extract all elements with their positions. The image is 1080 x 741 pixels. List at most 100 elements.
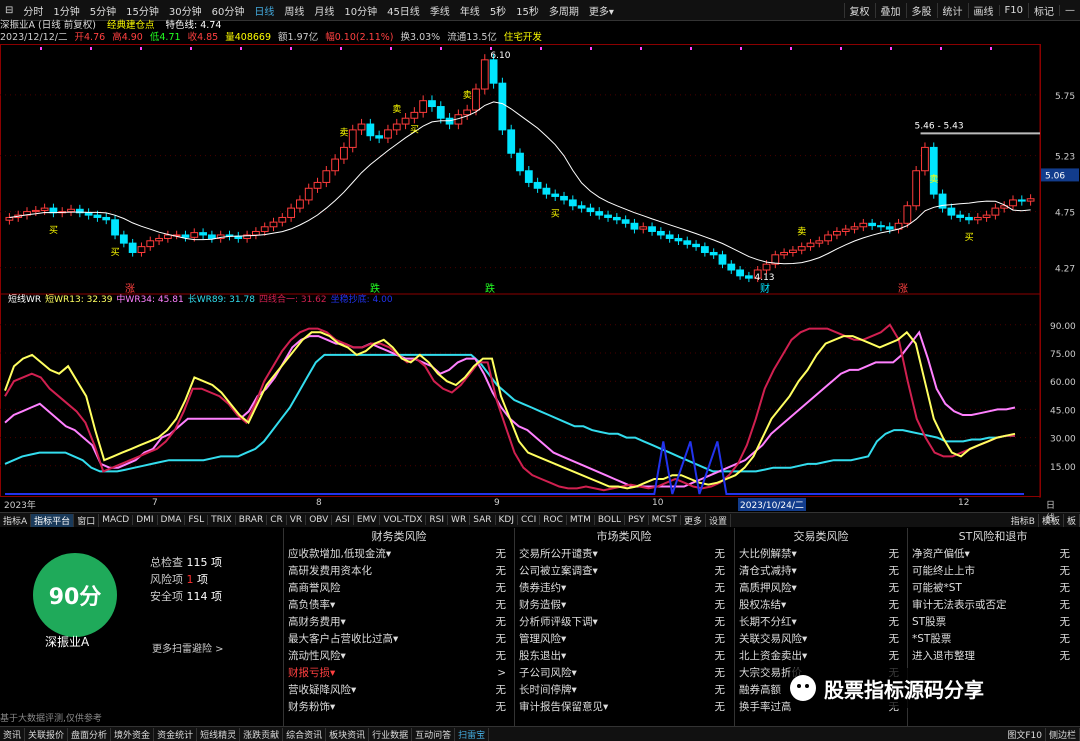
period-tab[interactable]: 季线 [425, 3, 455, 18]
indicator-tab[interactable]: RSI [426, 515, 449, 525]
bottom-tab[interactable]: 资金统计 [154, 727, 198, 741]
period-tab[interactable]: 5分钟 [85, 3, 121, 18]
risk-item[interactable]: 审计报告保留意见▾ 无 [515, 699, 733, 716]
period-tab[interactable]: 月线 [309, 3, 339, 18]
risk-item[interactable]: 股权冻结▾ 无 [735, 597, 907, 614]
risk-item[interactable]: 子公司风险▾ 无 [515, 665, 733, 682]
indicator-tab[interactable]: OBV [306, 515, 333, 525]
period-tab[interactable]: 1分钟 [48, 3, 84, 18]
bottom-right-tab[interactable]: 图文F10 [1004, 727, 1046, 741]
bottom-right-tab[interactable]: 侧边栏 [1046, 727, 1080, 741]
indicator-tab[interactable]: 更多 [681, 513, 706, 527]
period-tab[interactable]: 周线 [279, 3, 309, 18]
risk-item[interactable]: 流动性风险▾ 无 [284, 648, 514, 665]
risk-item[interactable]: 高商誉风险 无 [284, 580, 514, 597]
period-tab[interactable]: 日线 [249, 3, 279, 18]
risk-item[interactable]: 长期不分红▾ 无 [735, 614, 907, 631]
more-scan-link[interactable]: 更多扫雷避险 > [152, 640, 224, 655]
indicator-tab[interactable]: 设置 [706, 513, 731, 527]
bottom-tab[interactable]: 扫雷宝 [455, 727, 490, 741]
risk-item[interactable]: ST股票 无 [908, 614, 1078, 631]
tool-tab[interactable]: 统计 [936, 2, 968, 18]
bottom-tab[interactable]: 短线精灵 [197, 727, 241, 741]
period-tab[interactable]: 45日线 [382, 3, 425, 18]
indicator-tab[interactable]: BOLL [595, 515, 626, 525]
indicator-right-tab[interactable]: 指标B [1008, 513, 1039, 527]
risk-item[interactable]: 进入退市整理 无 [908, 648, 1078, 665]
risk-item[interactable]: 财报亏损▾ > [284, 665, 514, 682]
risk-item[interactable]: 高财务费用▾ 无 [284, 614, 514, 631]
risk-item[interactable]: 可能被*ST 无 [908, 580, 1078, 597]
bottom-tab[interactable]: 板块资讯 [326, 727, 370, 741]
period-tab[interactable]: 多周期 [544, 3, 584, 18]
risk-item[interactable]: 最大客户占营收比过高▾ 无 [284, 631, 514, 648]
collapse-icon[interactable]: ⊟ [0, 5, 18, 16]
tool-tab[interactable]: 叠加 [874, 2, 906, 18]
indicator-right-tab[interactable]: 板 [1064, 513, 1080, 527]
indicator-tab[interactable]: BRAR [236, 515, 268, 525]
bottom-tab[interactable]: 互动问答 [412, 727, 456, 741]
risk-item[interactable]: 分析师评级下调▾ 无 [515, 614, 733, 631]
indicator-tab[interactable]: ASI [332, 515, 354, 525]
risk-item[interactable]: 高研发费用资本化 无 [284, 563, 514, 580]
bottom-tab[interactable]: 综合资讯 [283, 727, 327, 741]
risk-item[interactable]: 长时间停牌▾ 无 [515, 682, 733, 699]
tool-tab[interactable]: 标记 [1028, 2, 1059, 18]
indicator-tab[interactable]: EMV [354, 515, 381, 525]
tool-tab[interactable]: F10 [998, 4, 1028, 16]
risk-item[interactable]: 审计无法表示或否定 无 [908, 597, 1078, 614]
period-tab[interactable]: 30分钟 [164, 3, 207, 18]
bottom-tab[interactable]: 涨跌贡献 [240, 727, 284, 741]
chart-area[interactable]: 5.75 5.23 4.75 4.27 6.10 4.13 5.46 - 5.43 5.06 买… [0, 44, 1080, 498]
indicator-tab[interactable]: CR [267, 515, 287, 525]
risk-item[interactable]: 净资产偏低▾ 无 [908, 546, 1078, 563]
bottom-tab[interactable]: 行业数据 [369, 727, 413, 741]
risk-item[interactable]: 财务造假▾ 无 [515, 597, 733, 614]
period-tab[interactable]: 5秒 [485, 3, 511, 18]
bottom-tab[interactable]: 盘面分析 [68, 727, 112, 741]
indicator-tab[interactable]: 窗口 [74, 513, 100, 527]
bottom-tab[interactable]: 关联报价 [25, 727, 69, 741]
risk-item[interactable]: 债券违约▾ 无 [515, 580, 733, 597]
indicator-tab[interactable]: MTM [567, 515, 595, 525]
indicator-tab[interactable]: SAR [470, 515, 496, 525]
indicator-tab[interactable]: ROC [540, 515, 567, 525]
risk-item[interactable]: 财务粉饰▾ 无 [284, 699, 514, 716]
period-tab[interactable]: 15秒 [511, 3, 544, 18]
period-tab[interactable]: 10分钟 [339, 3, 382, 18]
indicator-tab[interactable]: DMA [158, 515, 186, 525]
indicator-tab[interactable]: KDJ [496, 515, 518, 525]
risk-item[interactable]: 股东退出▾ 无 [515, 648, 733, 665]
risk-item[interactable]: 交易所公开谴责▾ 无 [515, 546, 733, 563]
indicator-tab[interactable]: CCI [518, 515, 541, 525]
risk-item[interactable]: 高质押风险▾ 无 [735, 580, 907, 597]
risk-item[interactable]: 营收疑降风险▾ 无 [284, 682, 514, 699]
period-tab[interactable]: 年线 [455, 3, 485, 18]
risk-item[interactable]: 高负债率▾ 无 [284, 597, 514, 614]
period-tab[interactable]: 60分钟 [207, 3, 250, 18]
period-tab[interactable]: 15分钟 [121, 3, 164, 18]
risk-item[interactable]: 应收款增加,低现金流▾ 无 [284, 546, 514, 563]
tool-tab[interactable]: — [1059, 4, 1080, 16]
bottom-tab[interactable]: 资讯 [0, 727, 26, 741]
period-tab[interactable]: 分时 [18, 3, 48, 18]
indicator-tab[interactable]: WR [448, 515, 471, 525]
indicator-tab[interactable]: VR [287, 515, 307, 525]
indicator-tab[interactable]: MACD [99, 515, 134, 525]
risk-item[interactable]: 管理风险▾ 无 [515, 631, 733, 648]
risk-item[interactable]: 北上资金卖出▾ 无 [735, 648, 907, 665]
indicator-tab[interactable]: MCST [649, 515, 681, 525]
indicator-tab[interactable]: 指标平台 [31, 513, 75, 527]
risk-item[interactable]: 关联交易风险▾ 无 [735, 631, 907, 648]
risk-item[interactable]: 大比例解禁▾ 无 [735, 546, 907, 563]
indicator-tab[interactable]: DMI [133, 515, 158, 525]
indicator-tab[interactable]: VOL-TDX [380, 515, 427, 525]
indicator-tab[interactable]: TRIX [208, 515, 236, 525]
indicator-tab[interactable]: PSY [625, 515, 649, 525]
risk-item[interactable]: 可能终止上市 无 [908, 563, 1078, 580]
period-tab[interactable]: 更多▾ [584, 3, 619, 18]
tool-tab[interactable]: 画线 [967, 2, 999, 18]
tool-tab[interactable]: 多股 [905, 2, 937, 18]
risk-item[interactable]: 公司被立案调查▾ 无 [515, 563, 733, 580]
indicator-tab[interactable]: 指标A [0, 513, 32, 527]
